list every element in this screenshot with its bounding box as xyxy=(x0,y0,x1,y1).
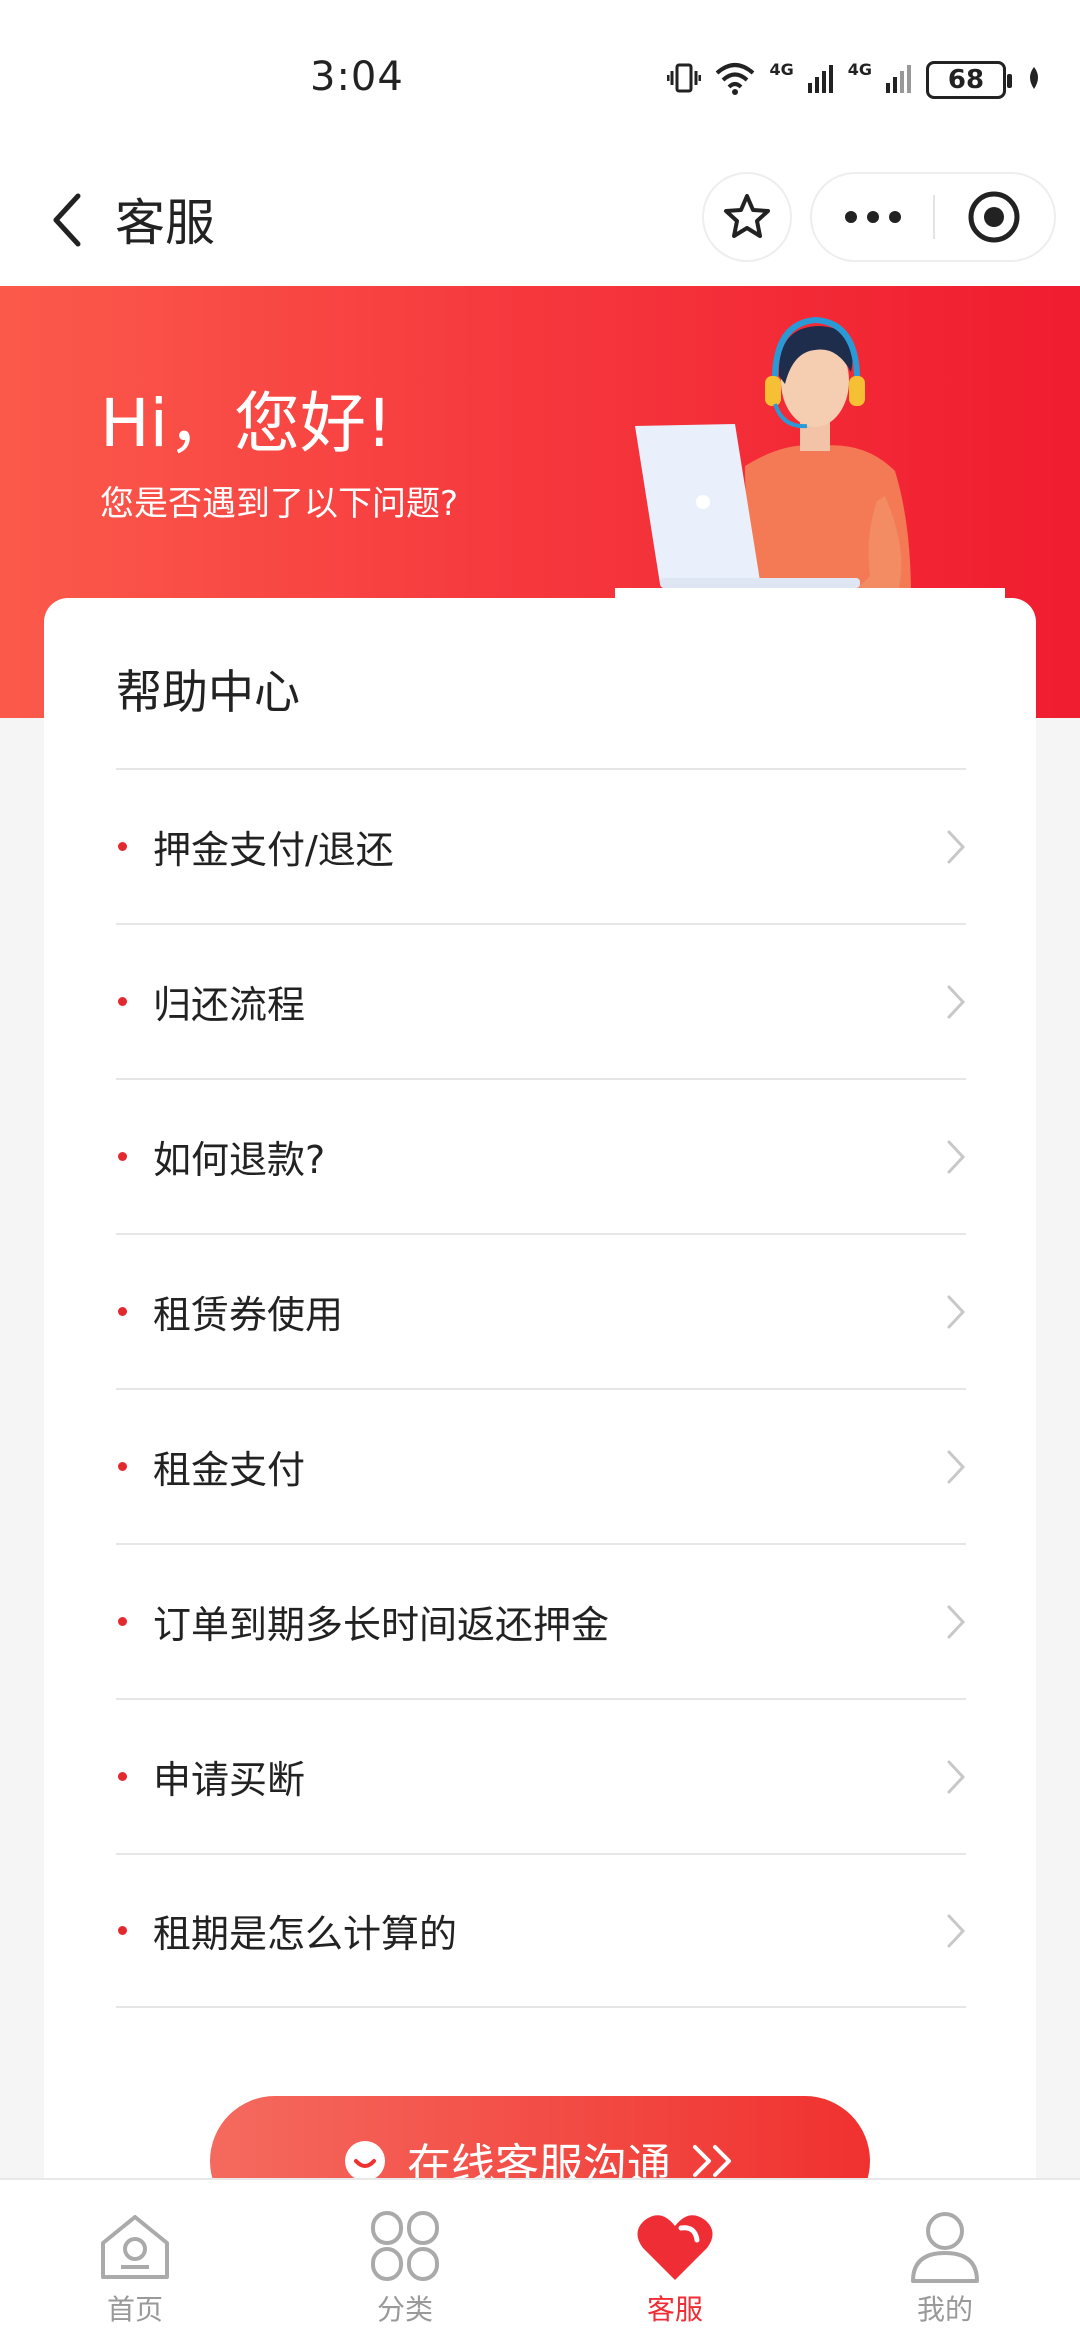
bullet-dot xyxy=(118,842,127,851)
back-arrow-icon xyxy=(53,193,81,247)
chevron-right-icon xyxy=(936,1292,966,1332)
tab-label: 客服 xyxy=(646,2293,703,2326)
help-center-card: 帮助中心 押金支付/退还 归还流程 如何退款? 租赁券使用 租金支付 订单到期多… xyxy=(44,598,1036,2226)
status-time: 3:04 xyxy=(310,54,404,100)
bullet-dot xyxy=(118,1462,127,1471)
network-type-label-2: 4G xyxy=(847,60,872,79)
help-item-label: 申请买断 xyxy=(153,1758,306,1802)
wifi-icon xyxy=(715,61,755,99)
battery-indicator: 68 xyxy=(926,61,1012,99)
back-button[interactable] xyxy=(28,180,108,260)
miniprogram-capsule xyxy=(810,172,1056,262)
help-item[interactable]: 押金支付/退还 xyxy=(116,768,966,923)
bullet-dot xyxy=(118,1617,127,1626)
heart-icon xyxy=(635,2208,715,2284)
more-button[interactable] xyxy=(812,172,933,262)
tab-label: 分类 xyxy=(376,2293,433,2326)
status-bar: 3:04 4G 4G 68 xyxy=(0,0,1080,160)
network-type-label: 4G xyxy=(769,60,794,79)
home-icon xyxy=(95,2208,175,2284)
profile-icon xyxy=(905,2208,985,2284)
status-icons: 4G 4G 68 xyxy=(666,56,1042,104)
help-item-label: 归还流程 xyxy=(153,983,306,1027)
chevron-right-icon xyxy=(936,1137,966,1177)
bottom-tab-bar: 首页 分类 客服 我的 xyxy=(0,2178,1080,2340)
tab-profile[interactable]: 我的 xyxy=(810,2180,1080,2340)
hero-subtitle: 您是否遇到了以下问题? xyxy=(100,484,459,524)
favorite-button[interactable] xyxy=(702,172,792,262)
page-title: 客服 xyxy=(115,194,215,252)
help-center-title: 帮助中心 xyxy=(116,665,300,719)
signal-icon xyxy=(807,63,834,97)
target-icon xyxy=(968,191,1020,243)
close-miniprogram-button[interactable] xyxy=(935,172,1054,262)
help-item[interactable]: 如何退款? xyxy=(116,1078,966,1233)
help-item-label: 租赁券使用 xyxy=(153,1293,344,1337)
signal-icon-2 xyxy=(886,63,912,97)
help-item[interactable]: 租期是怎么计算的 xyxy=(116,1853,966,2008)
help-item-label: 订单到期多长时间返还押金 xyxy=(153,1603,610,1647)
vibrate-icon xyxy=(666,61,702,99)
tab-label: 我的 xyxy=(916,2293,973,2326)
chevron-right-icon xyxy=(936,982,966,1022)
bullet-dot xyxy=(118,1307,127,1316)
chevron-right-icon xyxy=(936,1911,966,1951)
bullet-dot xyxy=(118,1772,127,1781)
chevron-right-icon xyxy=(936,1602,966,1642)
bullet-dot xyxy=(118,1926,127,1935)
bullet-dot xyxy=(118,1152,127,1161)
help-item-label: 租金支付 xyxy=(153,1448,306,1492)
tab-label: 首页 xyxy=(106,2293,163,2326)
star-icon xyxy=(724,194,770,238)
more-icon xyxy=(844,211,901,223)
tab-category[interactable]: 分类 xyxy=(270,2180,540,2340)
chevron-right-icon xyxy=(936,827,966,867)
category-icon xyxy=(365,2208,445,2284)
double-chevron-right-icon xyxy=(693,2145,731,2177)
tab-home[interactable]: 首页 xyxy=(0,2180,270,2340)
bullet-dot xyxy=(118,997,127,1006)
help-item-label: 押金支付/退还 xyxy=(153,828,394,872)
nav-bar: 客服 xyxy=(0,160,1080,286)
hero-title: Hi，您好! xyxy=(100,385,393,462)
help-item[interactable]: 订单到期多长时间返还押金 xyxy=(116,1543,966,1698)
help-question-list: 押金支付/退还 归还流程 如何退款? 租赁券使用 租金支付 订单到期多长时间返还… xyxy=(116,768,966,2008)
help-item[interactable]: 租金支付 xyxy=(116,1388,966,1543)
help-item[interactable]: 归还流程 xyxy=(116,923,966,1078)
chevron-right-icon xyxy=(936,1447,966,1487)
help-item[interactable]: 租赁券使用 xyxy=(116,1233,966,1388)
help-item-label: 租期是怎么计算的 xyxy=(153,1912,458,1956)
chevron-right-icon xyxy=(936,1757,966,1797)
leaf-icon xyxy=(1026,65,1042,95)
help-item[interactable]: 申请买断 xyxy=(116,1698,966,1853)
help-item-label: 如何退款? xyxy=(153,1138,326,1182)
tab-customer-service[interactable]: 客服 xyxy=(540,2180,810,2340)
